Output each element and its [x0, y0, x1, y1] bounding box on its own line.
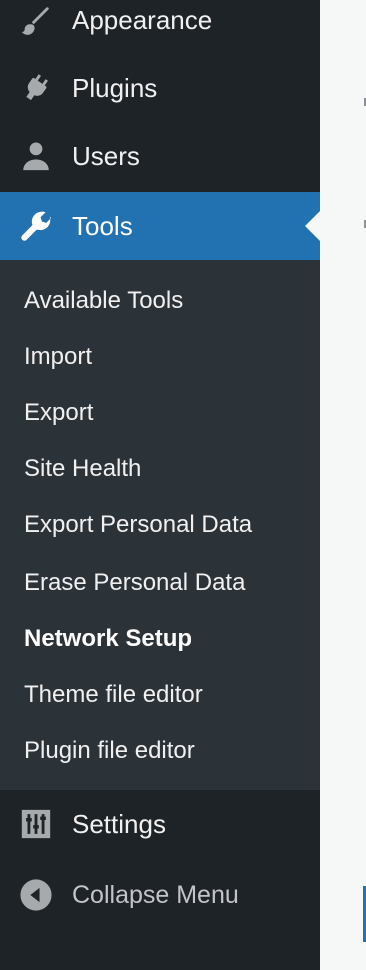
sliders-icon: [18, 806, 54, 842]
main-content-area: [320, 0, 366, 970]
menu-item-users[interactable]: Users: [0, 122, 320, 190]
submenu-item-available-tools[interactable]: Available Tools: [24, 287, 183, 315]
submenu-item-erase-personal-data[interactable]: Erase Personal Data: [24, 569, 245, 597]
menu-item-plugins[interactable]: Plugins: [0, 54, 320, 122]
submenu-item-export-personal-data[interactable]: Export Personal Data: [24, 511, 252, 539]
wrench-icon: [18, 208, 54, 244]
plug-icon: [18, 70, 54, 106]
submenu-item-export[interactable]: Export: [24, 399, 93, 427]
paintbrush-icon: [18, 2, 54, 38]
submenu-item-import[interactable]: Import: [24, 343, 92, 371]
submenu-item-site-health[interactable]: Site Health: [24, 455, 141, 483]
menu-item-tools[interactable]: Tools: [0, 192, 321, 260]
menu-item-label: Appearance: [72, 4, 213, 35]
menu-item-label: Users: [72, 140, 140, 171]
menu-item-settings[interactable]: Settings: [0, 790, 320, 858]
submenu-item-theme-file-editor[interactable]: Theme file editor: [24, 681, 203, 709]
collapse-menu-button[interactable]: Collapse Menu: [0, 860, 320, 930]
menu-item-label: Tools: [72, 210, 133, 241]
submenu-item-plugin-file-editor[interactable]: Plugin file editor: [24, 737, 195, 765]
tools-submenu: Available Tools Import Export Site Healt…: [0, 260, 320, 790]
user-icon: [18, 138, 54, 174]
admin-sidebar-menu: Appearance Plugins Users Tools Available…: [0, 0, 321, 970]
menu-item-appearance[interactable]: Appearance: [0, 0, 320, 54]
active-indicator-arrow: [305, 210, 321, 242]
submenu-item-network-setup[interactable]: Network Setup: [24, 625, 192, 653]
collapse-left-icon: [18, 877, 54, 913]
menu-item-label: Plugins: [72, 72, 158, 103]
collapse-menu-label: Collapse Menu: [72, 880, 239, 909]
menu-item-label: Settings: [72, 808, 166, 839]
